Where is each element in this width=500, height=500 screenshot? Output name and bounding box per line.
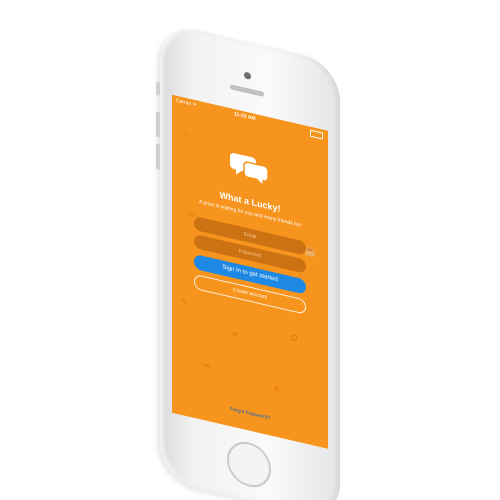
status-time: 11:23 AM (234, 111, 256, 123)
pattern-icon: ♥ (232, 328, 238, 341)
pattern-icon: ☼ (242, 130, 252, 145)
pattern-icon: ✎ (180, 296, 189, 310)
battery-icon (310, 129, 323, 140)
forgot-password-link[interactable]: Forgot Password? (172, 393, 328, 435)
pattern-icon: ☂ (202, 361, 211, 375)
pattern-icon: ✿ (290, 332, 299, 345)
pattern-icon: ☺ (182, 127, 193, 141)
volume-up-button (156, 111, 160, 138)
pattern-icon: ♫ (292, 162, 300, 176)
chat-bubbles-logo-icon (230, 153, 269, 188)
app-screen: ☺ ♫ ✉ ☕ ✎ ♥ ✿ ☂ ★ ☼ Carrier ✈ 11:23 AM W… (172, 94, 328, 449)
earpiece-speaker (230, 84, 264, 98)
pattern-icon: ★ (272, 382, 281, 396)
carrier-label: Carrier ✈ (176, 97, 197, 109)
front-camera-icon (244, 71, 251, 81)
home-button-icon[interactable] (227, 437, 271, 492)
phone-device: ☺ ♫ ✉ ☕ ✎ ♥ ✿ ☂ ★ ☼ Carrier ✈ 11:23 AM W… (156, 22, 340, 500)
mute-switch (156, 81, 160, 96)
volume-down-button (156, 143, 160, 170)
